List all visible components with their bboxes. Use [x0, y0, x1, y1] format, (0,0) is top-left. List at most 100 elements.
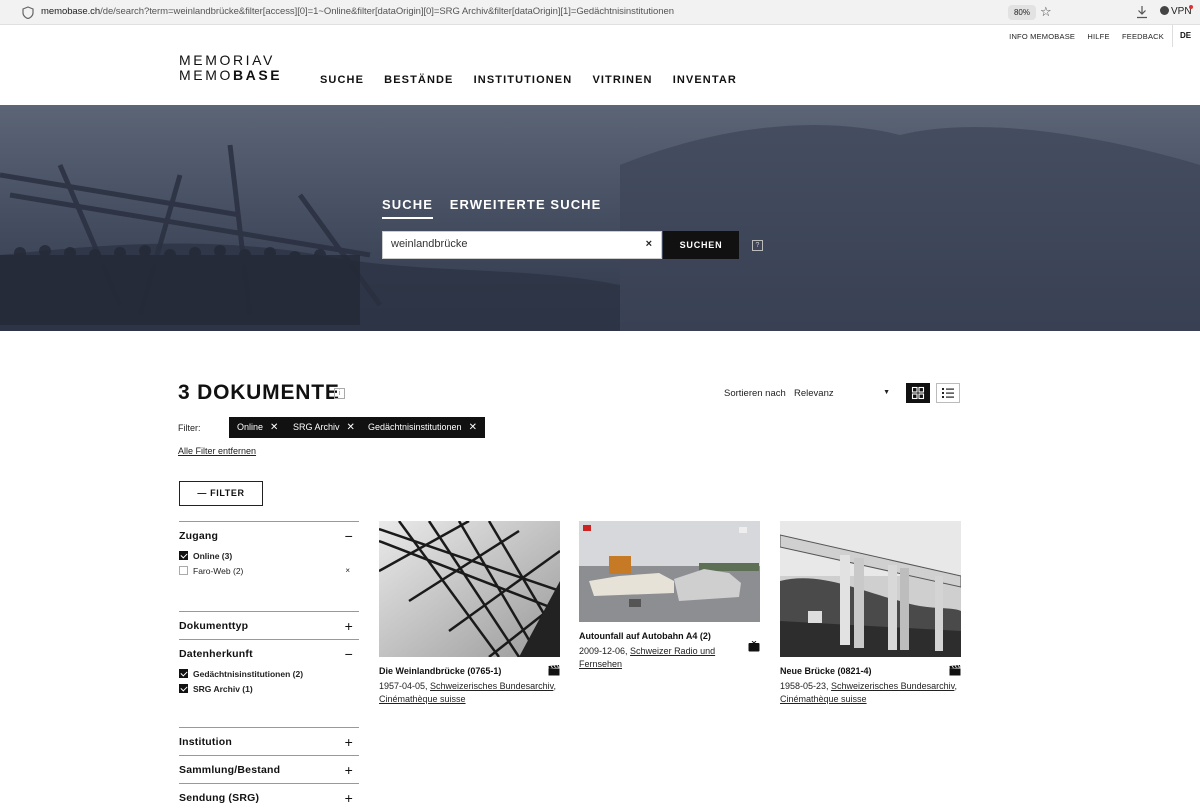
- facet-datenherkunft: Datenherkunft − Gedächtnisinstitutionen (…: [179, 639, 359, 698]
- vpn-button[interactable]: VPN: [1160, 6, 1192, 17]
- list-icon: [942, 388, 954, 398]
- result-meta: 1958-05-23, Schweizerisches Bundesarchiv…: [780, 681, 957, 704]
- facet-zugang: Zugang − Online (3) Faro-Web (2) ×: [179, 521, 359, 580]
- nav-bestaende[interactable]: BESTÄNDE: [384, 74, 453, 86]
- result-title[interactable]: Neue Brücke (0821-4): [780, 665, 961, 677]
- minus-icon: —: [197, 488, 211, 498]
- facet-header-sendung[interactable]: Sendung (SRG) +: [179, 784, 359, 812]
- utility-link-help[interactable]: HILFE: [1087, 32, 1109, 41]
- utility-link-info[interactable]: INFO MEMOBASE: [1009, 32, 1075, 41]
- clear-search-icon[interactable]: ×: [646, 238, 652, 250]
- help-icon[interactable]: ?: [752, 240, 763, 251]
- result-thumbnail[interactable]: [579, 521, 760, 622]
- close-icon[interactable]: ✕: [347, 422, 355, 433]
- expand-icon[interactable]: +: [345, 756, 353, 784]
- facet-option-online[interactable]: Online (3): [179, 550, 359, 565]
- facet-header-zugang[interactable]: Zugang −: [179, 522, 359, 550]
- result-meta: 1957-04-05, Schweizerisches Bundesarchiv…: [379, 681, 556, 704]
- collapse-icon[interactable]: −: [345, 522, 353, 550]
- expand-icon[interactable]: +: [345, 612, 353, 640]
- result-title[interactable]: Autounfall auf Autobahn A4 (2): [579, 630, 760, 642]
- browser-url-bar: memobase.ch/de/search?term=weinlandbrück…: [0, 0, 1200, 25]
- result-card[interactable]: Neue Brücke (0821-4) 1958-05-23, Schweiz…: [780, 521, 961, 706]
- utility-nav: INFO MEMOBASE HILFE FEEDBACK: [999, 32, 1164, 41]
- facet-option-faro-web[interactable]: Faro-Web (2) ×: [179, 565, 359, 580]
- nav-institutionen[interactable]: INSTITUTIONEN: [474, 74, 573, 86]
- remove-all-filters-link[interactable]: Alle Filter entfernen: [178, 446, 256, 456]
- film-clapper-icon: [949, 665, 961, 676]
- grid-view-button[interactable]: [906, 383, 930, 403]
- institution-link[interactable]: Schweizerisches Bundesarchiv: [831, 681, 954, 691]
- collapse-icon[interactable]: −: [345, 640, 353, 668]
- logo-line-1: MEMORIAV: [179, 52, 275, 68]
- filter-chip-srg-archiv[interactable]: SRG Archiv ✕: [285, 417, 363, 438]
- search-button[interactable]: SUCHEN: [663, 231, 739, 259]
- filter-chip-online[interactable]: Online ✕: [229, 417, 287, 438]
- facet-dokumenttyp: Dokumenttyp +: [179, 611, 359, 640]
- download-icon[interactable]: [1136, 5, 1148, 19]
- vpn-icon: [1160, 6, 1169, 15]
- result-thumbnail[interactable]: [780, 521, 961, 657]
- result-title[interactable]: Die Weinlandbrücke (0765-1): [379, 665, 560, 677]
- search-hero: SUCHE ERWEITERTE SUCHE × SUCHEN ?: [0, 105, 1200, 331]
- logo-line-2: MEMOBASE: [179, 67, 283, 83]
- remove-icon[interactable]: ×: [345, 565, 350, 577]
- filter-toggle-button[interactable]: — FILTER: [179, 481, 263, 506]
- close-icon[interactable]: ✕: [469, 422, 477, 433]
- utility-link-feedback[interactable]: FEEDBACK: [1122, 32, 1164, 41]
- tab-erweiterte-suche[interactable]: ERWEITERTE SUCHE: [450, 197, 602, 217]
- zoom-level-badge[interactable]: 80%: [1008, 5, 1036, 20]
- shield-icon[interactable]: [22, 6, 34, 19]
- grid-icon: [911, 386, 925, 400]
- facet-header-sammlung[interactable]: Sammlung/Bestand +: [179, 756, 359, 784]
- close-icon[interactable]: ✕: [270, 422, 278, 433]
- caret-down-icon: ▼: [883, 389, 890, 396]
- result-thumbnail[interactable]: [379, 521, 560, 657]
- facet-option-srg-archiv[interactable]: SRG Archiv (1): [179, 683, 359, 698]
- checkbox-checked[interactable]: [179, 669, 188, 678]
- results-count-title: 3 DOKUMENTE: [178, 381, 340, 404]
- filter-chip-gedaechtnisinstitutionen[interactable]: Gedächtnisinstitutionen ✕: [360, 417, 485, 438]
- checkbox-checked[interactable]: [179, 684, 188, 693]
- result-card[interactable]: Die Weinlandbrücke (0765-1) 1957-04-05, …: [379, 521, 560, 706]
- tv-icon: [748, 641, 760, 652]
- sort-select-value: Relevanz: [794, 388, 834, 399]
- expand-icon[interactable]: +: [345, 784, 353, 812]
- site-header: INFO MEMOBASE HILFE FEEDBACK DE MEMORIAV…: [0, 25, 1200, 105]
- facet-institution: Institution +: [179, 727, 359, 756]
- nav-inventar[interactable]: INVENTAR: [673, 74, 737, 86]
- info-icon[interactable]: i: [334, 388, 345, 399]
- search-box: ×: [382, 231, 662, 259]
- bookmark-star-icon[interactable]: ☆: [1040, 4, 1052, 20]
- car-accident-photo: [579, 521, 760, 622]
- result-meta: 2009-12-06, Schweizer Radio und Fernsehe…: [579, 646, 716, 669]
- active-filter-label: Filter:: [178, 423, 201, 433]
- facet-sendung-srg: Sendung (SRG) +: [179, 783, 359, 812]
- facet-sammlung-bestand: Sammlung/Bestand +: [179, 755, 359, 784]
- facet-header-institution[interactable]: Institution +: [179, 728, 359, 756]
- checkbox-unchecked[interactable]: [179, 566, 188, 575]
- facet-option-gedaechtnisinstitutionen[interactable]: Gedächtnisinstitutionen (2): [179, 668, 359, 683]
- sort-label: Sortieren nach: [724, 388, 786, 399]
- institution-link[interactable]: Cinémathèque suisse: [780, 694, 867, 704]
- film-clapper-icon: [548, 665, 560, 676]
- site-logo[interactable]: MEMORIAV MEMOBASE: [179, 53, 282, 83]
- vpn-status-dot: [1189, 5, 1193, 9]
- url-text[interactable]: memobase.ch/de/search?term=weinlandbrück…: [41, 6, 674, 17]
- nav-suche[interactable]: SUCHE: [320, 74, 364, 86]
- nav-vitrinen[interactable]: VITRINEN: [592, 74, 652, 86]
- facet-header-datenherkunft[interactable]: Datenherkunft −: [179, 640, 359, 668]
- result-card[interactable]: Autounfall auf Autobahn A4 (2) 2009-12-0…: [579, 521, 760, 671]
- search-tabs: SUCHE ERWEITERTE SUCHE: [382, 197, 613, 219]
- expand-icon[interactable]: +: [345, 728, 353, 756]
- facet-header-dokumenttyp[interactable]: Dokumenttyp +: [179, 612, 359, 640]
- bridge-steel-truss-photo: [379, 521, 560, 657]
- tab-suche[interactable]: SUCHE: [382, 197, 434, 219]
- search-input[interactable]: [391, 238, 631, 250]
- language-switch[interactable]: DE: [1172, 25, 1198, 47]
- checkbox-checked[interactable]: [179, 551, 188, 560]
- sort-select[interactable]: Relevanz ▼: [794, 388, 894, 399]
- institution-link[interactable]: Schweizerisches Bundesarchiv: [430, 681, 553, 691]
- institution-link[interactable]: Cinémathèque suisse: [379, 694, 466, 704]
- list-view-button[interactable]: [936, 383, 960, 403]
